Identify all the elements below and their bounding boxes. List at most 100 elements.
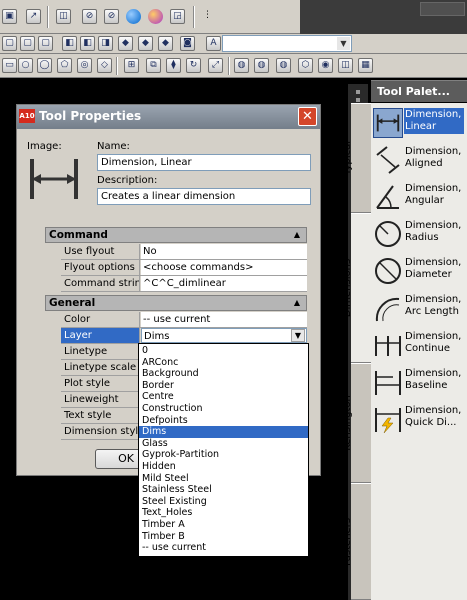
layer-option[interactable]: Border — [139, 380, 308, 392]
name-field[interactable]: Dimension, Linear — [97, 154, 311, 171]
toolbar-docked-strip — [420, 2, 465, 16]
layer-option[interactable]: Hidden — [139, 461, 308, 473]
command-grid: Use flyout No Flyout options <choose com… — [61, 244, 307, 292]
layer-select-value: Dims — [144, 331, 170, 342]
rect-icon[interactable]: ▭ — [2, 58, 17, 73]
layer-option[interactable]: Mild Steel — [139, 473, 308, 485]
tab-typical[interactable]: Typical — [342, 103, 371, 213]
layer-option[interactable]: ARConc — [139, 357, 308, 369]
palette-item-dimension-aligned[interactable]: Dimension, Aligned — [371, 142, 467, 179]
layer-option[interactable]: Steel Existing — [139, 496, 308, 508]
copy-icon[interactable]: ⧉ — [146, 58, 161, 73]
layer-option[interactable]: Timber A — [139, 519, 308, 531]
layer-option-selected[interactable]: Dims — [139, 426, 308, 438]
layer-option[interactable]: Text_Holes — [139, 507, 308, 519]
sw-iso-icon[interactable]: ◆ — [118, 36, 133, 51]
property-row[interactable]: Flyout options <choose commands> — [61, 260, 307, 276]
zoom-window-icon[interactable]: ▣ — [2, 9, 17, 24]
palette-title[interactable]: Tool Palet... — [371, 80, 467, 102]
palette-item-label: Dimension, Baseline — [405, 368, 462, 391]
mirror-icon[interactable]: ⧫ — [166, 58, 181, 73]
property-row-layer[interactable]: Layer Dims ▼ — [61, 328, 307, 344]
layer-option[interactable]: Background — [139, 368, 308, 380]
polygon-icon[interactable]: ⬠ — [57, 58, 72, 73]
zoom-realtime-icon[interactable]: ↗ — [26, 9, 41, 24]
slice-icon[interactable]: ◫ — [338, 58, 353, 73]
extrude-icon[interactable]: ⬡ — [298, 58, 313, 73]
layer-option[interactable]: 0 — [139, 345, 308, 357]
close-button[interactable]: ✕ — [298, 107, 317, 126]
separator — [193, 6, 195, 28]
palette-item-label: Dimension, Arc Length — [405, 294, 462, 317]
eraser-icon[interactable]: ◇ — [97, 58, 112, 73]
ne-iso-icon[interactable]: ◆ — [158, 36, 173, 51]
layer-option[interactable]: Construction — [139, 403, 308, 415]
palette-item-dimension-baseline[interactable]: Dimension, Baseline — [371, 364, 467, 401]
dimension-aligned-icon — [376, 146, 400, 174]
dialog-titlebar[interactable]: A10 Tool Properties ✕ — [17, 105, 320, 129]
hidden-view-icon[interactable]: ◫ — [56, 9, 71, 24]
general-section-header[interactable]: General ▲ — [45, 295, 307, 311]
view-right-icon[interactable]: ◧ — [62, 36, 77, 51]
palette-item-dimension-quick[interactable]: Dimension, Quick Di... — [371, 401, 467, 438]
tab-kensington[interactable]: Kensington — [342, 363, 371, 483]
layer-option[interactable]: Glass — [139, 438, 308, 450]
camera-icon[interactable]: ◙ — [180, 36, 195, 51]
view-left-icon[interactable]: ▢ — [38, 36, 53, 51]
layer-option[interactable]: Gyprok-Partition — [139, 449, 308, 461]
palette-tabs: Typical Dimensions Kensington Fasteners — [342, 103, 371, 600]
tab-dimensions[interactable]: Dimensions — [342, 213, 371, 363]
subtract-icon[interactable]: ◍ — [254, 58, 269, 73]
layer-option[interactable]: Centre — [139, 391, 308, 403]
text-style-icon[interactable]: A — [206, 36, 221, 51]
gouraud-shaded-icon[interactable] — [148, 9, 163, 24]
layer-select[interactable]: Dims ▼ — [141, 328, 307, 343]
property-key: Color — [61, 312, 140, 327]
description-field[interactable]: Creates a linear dimension — [97, 188, 311, 205]
collapse-icon[interactable]: ▲ — [294, 296, 300, 310]
flat-shaded-icon[interactable] — [126, 9, 141, 24]
command-section-header[interactable]: Command ▲ — [45, 227, 307, 243]
palette-item-dimension-angular[interactable]: Dimension, Angular — [371, 179, 467, 216]
palette-item-dimension-diameter[interactable]: Dimension, Diameter — [371, 253, 467, 290]
move-icon[interactable]: ⊞ — [124, 58, 139, 73]
style-combo[interactable]: ▼ — [222, 35, 352, 52]
palette-item-dimension-arc-length[interactable]: Dimension, Arc Length — [371, 290, 467, 327]
view-bottom-icon[interactable]: ◨ — [98, 36, 113, 51]
wireframe-icon[interactable]: ⊘ — [82, 9, 97, 24]
property-value[interactable]: ^C^C_dimlinear — [141, 276, 307, 291]
intersect-icon[interactable]: ◍ — [276, 58, 291, 73]
property-row[interactable]: Command string ^C^C_dimlinear — [61, 276, 307, 292]
section-icon[interactable]: ▦ — [358, 58, 373, 73]
property-value[interactable]: -- use current — [141, 312, 307, 327]
view-front-icon[interactable]: ▢ — [2, 36, 17, 51]
chevron-down-icon[interactable]: ▼ — [337, 37, 350, 50]
layer-option[interactable]: Defpoints — [139, 415, 308, 427]
rotate-icon[interactable]: ↻ — [186, 58, 201, 73]
se-iso-icon[interactable]: ◆ — [138, 36, 153, 51]
scale-icon[interactable]: ⤢ — [208, 58, 223, 73]
collapse-icon[interactable]: ▲ — [294, 228, 300, 242]
donut-icon[interactable]: ◎ — [77, 58, 92, 73]
palette-item-dimension-continue[interactable]: Dimension, Continue — [371, 327, 467, 364]
view-top-icon[interactable]: ◧ — [80, 36, 95, 51]
layer-option[interactable]: Timber B — [139, 531, 308, 543]
view-back-icon[interactable]: ▢ — [20, 36, 35, 51]
palette-item-dimension-radius[interactable]: Dimension, Radius — [371, 216, 467, 253]
ellipse-icon[interactable]: ◯ — [37, 58, 52, 73]
shade-edges-icon[interactable]: ◲ — [170, 9, 185, 24]
property-value[interactable]: <choose commands> — [141, 260, 307, 275]
property-row-color[interactable]: Color -- use current — [61, 312, 307, 328]
tab-fasteners[interactable]: Fasteners — [342, 483, 371, 600]
layer-option[interactable]: Stainless Steel — [139, 484, 308, 496]
chevron-down-icon[interactable]: ▼ — [291, 329, 305, 342]
palette-item-dimension-linear[interactable]: Dimension, Linear — [371, 105, 467, 142]
property-value[interactable]: No — [141, 244, 307, 259]
circle-icon[interactable]: ○ — [18, 58, 33, 73]
dimension-angular-icon — [376, 185, 399, 209]
layer-option[interactable]: -- use current — [139, 542, 308, 554]
revolve-icon[interactable]: ◉ — [318, 58, 333, 73]
property-row[interactable]: Use flyout No — [61, 244, 307, 260]
union-icon[interactable]: ◍ — [234, 58, 249, 73]
hidden-shade-icon[interactable]: ⊘ — [104, 9, 119, 24]
